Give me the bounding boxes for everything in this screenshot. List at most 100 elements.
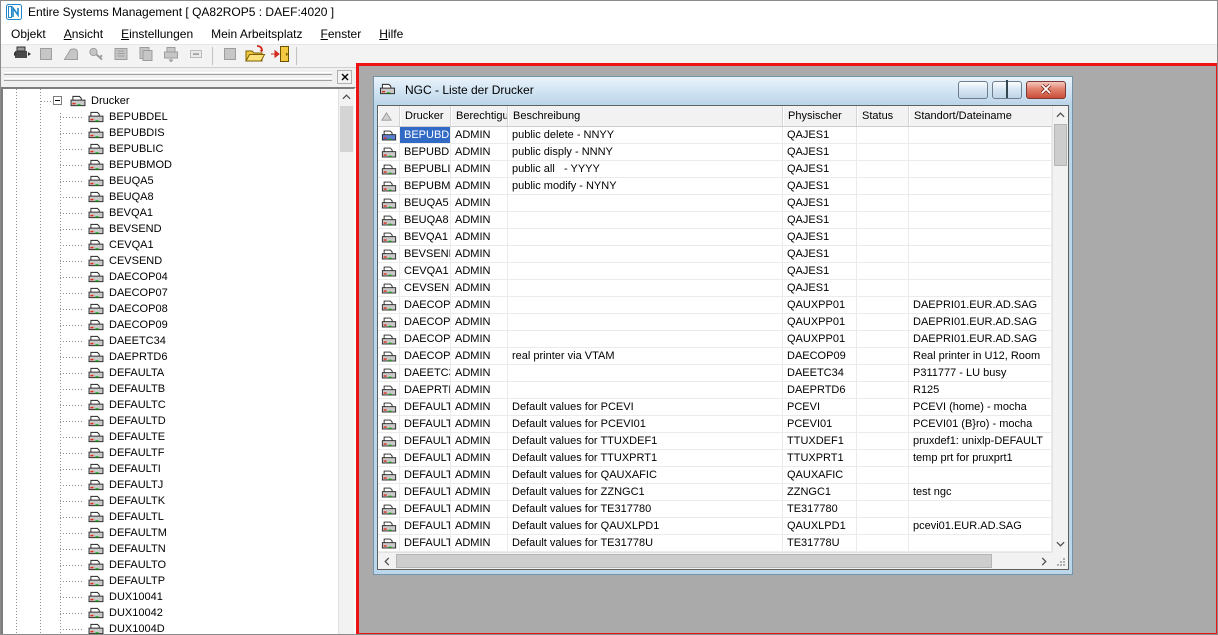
table-row-beuqa5[interactable]: BEUQA5ADMINQAJES1 <box>378 195 1052 212</box>
table-row-defaulta[interactable]: DEFAULTAADMINDefault values for PCEVIPCE… <box>378 399 1052 416</box>
table-row-defaulti[interactable]: DEFAULTIADMINDefault values for TE317780… <box>378 501 1052 518</box>
tree-item-defaultc[interactable]: DEFAULTC <box>3 397 338 413</box>
table-row-defaultk[interactable]: DEFAULTKADMINDefault values for TE31778U… <box>378 535 1052 552</box>
table-row-defaultb[interactable]: DEFAULTBADMINDefault values for PCEVI01P… <box>378 416 1052 433</box>
tree-item-bepubmod[interactable]: BEPUBMOD <box>3 157 338 173</box>
toolbar-button-documents[interactable] <box>133 45 158 67</box>
table-horizontal-scrollbar[interactable] <box>378 552 1052 569</box>
table-row-daeprtd6[interactable]: DAEPRTD6ADMINDAEPRTD6R125 <box>378 382 1052 399</box>
tree-item-defaultl[interactable]: DEFAULTL <box>3 509 338 525</box>
table-row-defaultc[interactable]: DEFAULTCADMINDefault values for TTUXDEF1… <box>378 433 1052 450</box>
close-button[interactable] <box>1026 81 1066 99</box>
table-row-defaultf[interactable]: DEFAULTFADMINDefault values for ZZNGC1ZZ… <box>378 484 1052 501</box>
toolbar-button-key[interactable] <box>83 45 108 67</box>
table-row-daeetc34[interactable]: DAEETC34ADMINDAEETC34P311777 - LU busy <box>378 365 1052 382</box>
tree-item-defaultj[interactable]: DEFAULTJ <box>3 477 338 493</box>
tree-item-daecop04[interactable]: DAECOP04 <box>3 269 338 285</box>
column-header-status[interactable]: Status <box>857 106 909 126</box>
tree-item-daecop09[interactable]: DAECOP09 <box>3 317 338 333</box>
menu-einstellungen[interactable]: Einstellungen <box>112 25 202 43</box>
tree-item-defaultp[interactable]: DEFAULTP <box>3 573 338 589</box>
tree-item-bevsend[interactable]: BEVSEND <box>3 221 338 237</box>
child-window-titlebar[interactable]: NGC - Liste der Drucker <box>374 77 1072 102</box>
tree-vertical-scrollbar[interactable] <box>338 89 354 634</box>
table-row-cevqa1[interactable]: CEVQA1ADMINQAJES1 <box>378 263 1052 280</box>
table-row-beuqa8[interactable]: BEUQA8ADMINQAJES1 <box>378 212 1052 229</box>
column-header-beschreibung[interactable]: Beschreibung <box>508 106 783 126</box>
toolbar-button-eject[interactable] <box>58 45 83 67</box>
table-row-daecop07[interactable]: DAECOP07ADMINQAUXPP01DAEPRI01.EUR.AD.SAG <box>378 314 1052 331</box>
scroll-left-arrow[interactable] <box>378 553 395 569</box>
toolbar-button-minus[interactable] <box>183 45 208 67</box>
table-row-defaultd[interactable]: DEFAULTDADMINDefault values for TTUXPRT1… <box>378 450 1052 467</box>
tree-item-beuqa5[interactable]: BEUQA5 <box>3 173 338 189</box>
table-row-daecop09[interactable]: DAECOP09ADMINreal printer via VTAMDAECOP… <box>378 348 1052 365</box>
tree-item-daeprtd6[interactable]: DAEPRTD6 <box>3 349 338 365</box>
titlebar[interactable]: Entire Systems Management [ QA82ROP5 : D… <box>1 1 1217 23</box>
table-row-daecop04[interactable]: DAECOP04ADMINQAUXPP01DAEPRI01.EUR.AD.SAG <box>378 297 1052 314</box>
tree-item-daecop08[interactable]: DAECOP08 <box>3 301 338 317</box>
menu-hilfe[interactable]: Hilfe <box>370 25 412 43</box>
column-header-standort-dateiname[interactable]: Standort/Dateiname <box>909 106 1052 126</box>
menu-ansicht[interactable]: Ansicht <box>55 25 112 43</box>
tree-item-defaulti[interactable]: DEFAULTI <box>3 461 338 477</box>
tree-item-defaulto[interactable]: DEFAULTO <box>3 557 338 573</box>
tree-item-bepubdel[interactable]: BEPUBDEL <box>3 109 338 125</box>
table-row-defaulte[interactable]: DEFAULTEADMINDefault values for QAUXAFIC… <box>378 467 1052 484</box>
toolbar-button-printer-route[interactable] <box>8 45 33 67</box>
scroll-right-arrow[interactable] <box>1035 553 1052 569</box>
table-row-defaultj[interactable]: DEFAULTJADMINDefault values for QAUXLPD1… <box>378 518 1052 535</box>
tree-item-dux10041[interactable]: DUX10041 <box>3 589 338 605</box>
table-row-cevsend[interactable]: CEVSENDADMINQAJES1 <box>378 280 1052 297</box>
table-row-bepubmod[interactable]: BEPUBMODADMINpublic modify - NYNYQAJES1 <box>378 178 1052 195</box>
minimize-button[interactable] <box>958 81 988 99</box>
tree-item-bepublic[interactable]: BEPUBLIC <box>3 141 338 157</box>
column-header-physischer[interactable]: Physischer <box>783 106 857 126</box>
tree-item-dux1004d[interactable]: DUX1004D <box>3 621 338 634</box>
tree-item-bevqa1[interactable]: BEVQA1 <box>3 205 338 221</box>
tree-item-defaulta[interactable]: DEFAULTA <box>3 365 338 381</box>
tree-item-defaultk[interactable]: DEFAULTK <box>3 493 338 509</box>
table-row-bepubdel[interactable]: BEPUBDELADMINpublic delete - NNYYQAJES1 <box>378 127 1052 144</box>
tree-item-defaultd[interactable]: DEFAULTD <box>3 413 338 429</box>
tree-item-daeetc34[interactable]: DAEETC34 <box>3 333 338 349</box>
table-row-bevqa1[interactable]: BEVQA1ADMINQAJES1 <box>378 229 1052 246</box>
scrollbar-thumb[interactable] <box>396 554 992 568</box>
menu-mein-arbeitsplatz[interactable]: Mein Arbeitsplatz <box>202 25 311 43</box>
tree-item-cevsend[interactable]: CEVSEND <box>3 253 338 269</box>
tree-item-drucker[interactable]: Drucker <box>3 93 338 109</box>
dock-grip[interactable] <box>1 69 356 87</box>
menu-objekt[interactable]: Objekt <box>2 25 55 43</box>
scroll-down-arrow[interactable] <box>1053 535 1068 552</box>
toolbar-button-stop[interactable] <box>33 45 58 67</box>
toolbar-button-open-folder[interactable] <box>242 45 267 67</box>
scrollbar-thumb[interactable] <box>1054 124 1067 166</box>
table-row-bevsend[interactable]: BEVSENDADMINQAJES1 <box>378 246 1052 263</box>
tree-item-daecop07[interactable]: DAECOP07 <box>3 285 338 301</box>
dock-close-button[interactable] <box>337 70 352 84</box>
collapse-expander-icon[interactable] <box>53 96 62 105</box>
scrollbar-thumb[interactable] <box>340 106 353 152</box>
tree-item-defaultn[interactable]: DEFAULTN <box>3 541 338 557</box>
toolbar-button-window[interactable] <box>217 45 242 67</box>
header-sort-column[interactable] <box>378 106 400 126</box>
tree-item-defaulte[interactable]: DEFAULTE <box>3 429 338 445</box>
scroll-up-arrow[interactable] <box>339 89 354 105</box>
table-row-daecop08[interactable]: DAECOP08ADMINQAUXPP01DAEPRI01.EUR.AD.SAG <box>378 331 1052 348</box>
tree-item-defaultm[interactable]: DEFAULTM <box>3 525 338 541</box>
table-row-bepubdis[interactable]: BEPUBDISADMINpublic disply - NNNYQAJES1 <box>378 144 1052 161</box>
scroll-up-arrow[interactable] <box>1053 106 1068 123</box>
toolbar-button-exit-door[interactable] <box>267 45 292 67</box>
tree-item-beuqa8[interactable]: BEUQA8 <box>3 189 338 205</box>
column-header-drucker[interactable]: Drucker <box>400 106 451 126</box>
menu-fenster[interactable]: Fenster <box>312 25 371 43</box>
tree-item-defaultb[interactable]: DEFAULTB <box>3 381 338 397</box>
table-row-bepublic[interactable]: BEPUBLICADMINpublic all - YYYYQAJES1 <box>378 161 1052 178</box>
tree-item-defaultf[interactable]: DEFAULTF <box>3 445 338 461</box>
tree-item-dux10042[interactable]: DUX10042 <box>3 605 338 621</box>
restore-button[interactable] <box>992 81 1022 99</box>
column-header-berechtigung[interactable]: Berechtigung <box>451 106 508 126</box>
toolbar-button-building[interactable] <box>108 45 133 67</box>
tree-item-bepubdis[interactable]: BEPUBDIS <box>3 125 338 141</box>
table-vertical-scrollbar[interactable] <box>1052 106 1068 552</box>
